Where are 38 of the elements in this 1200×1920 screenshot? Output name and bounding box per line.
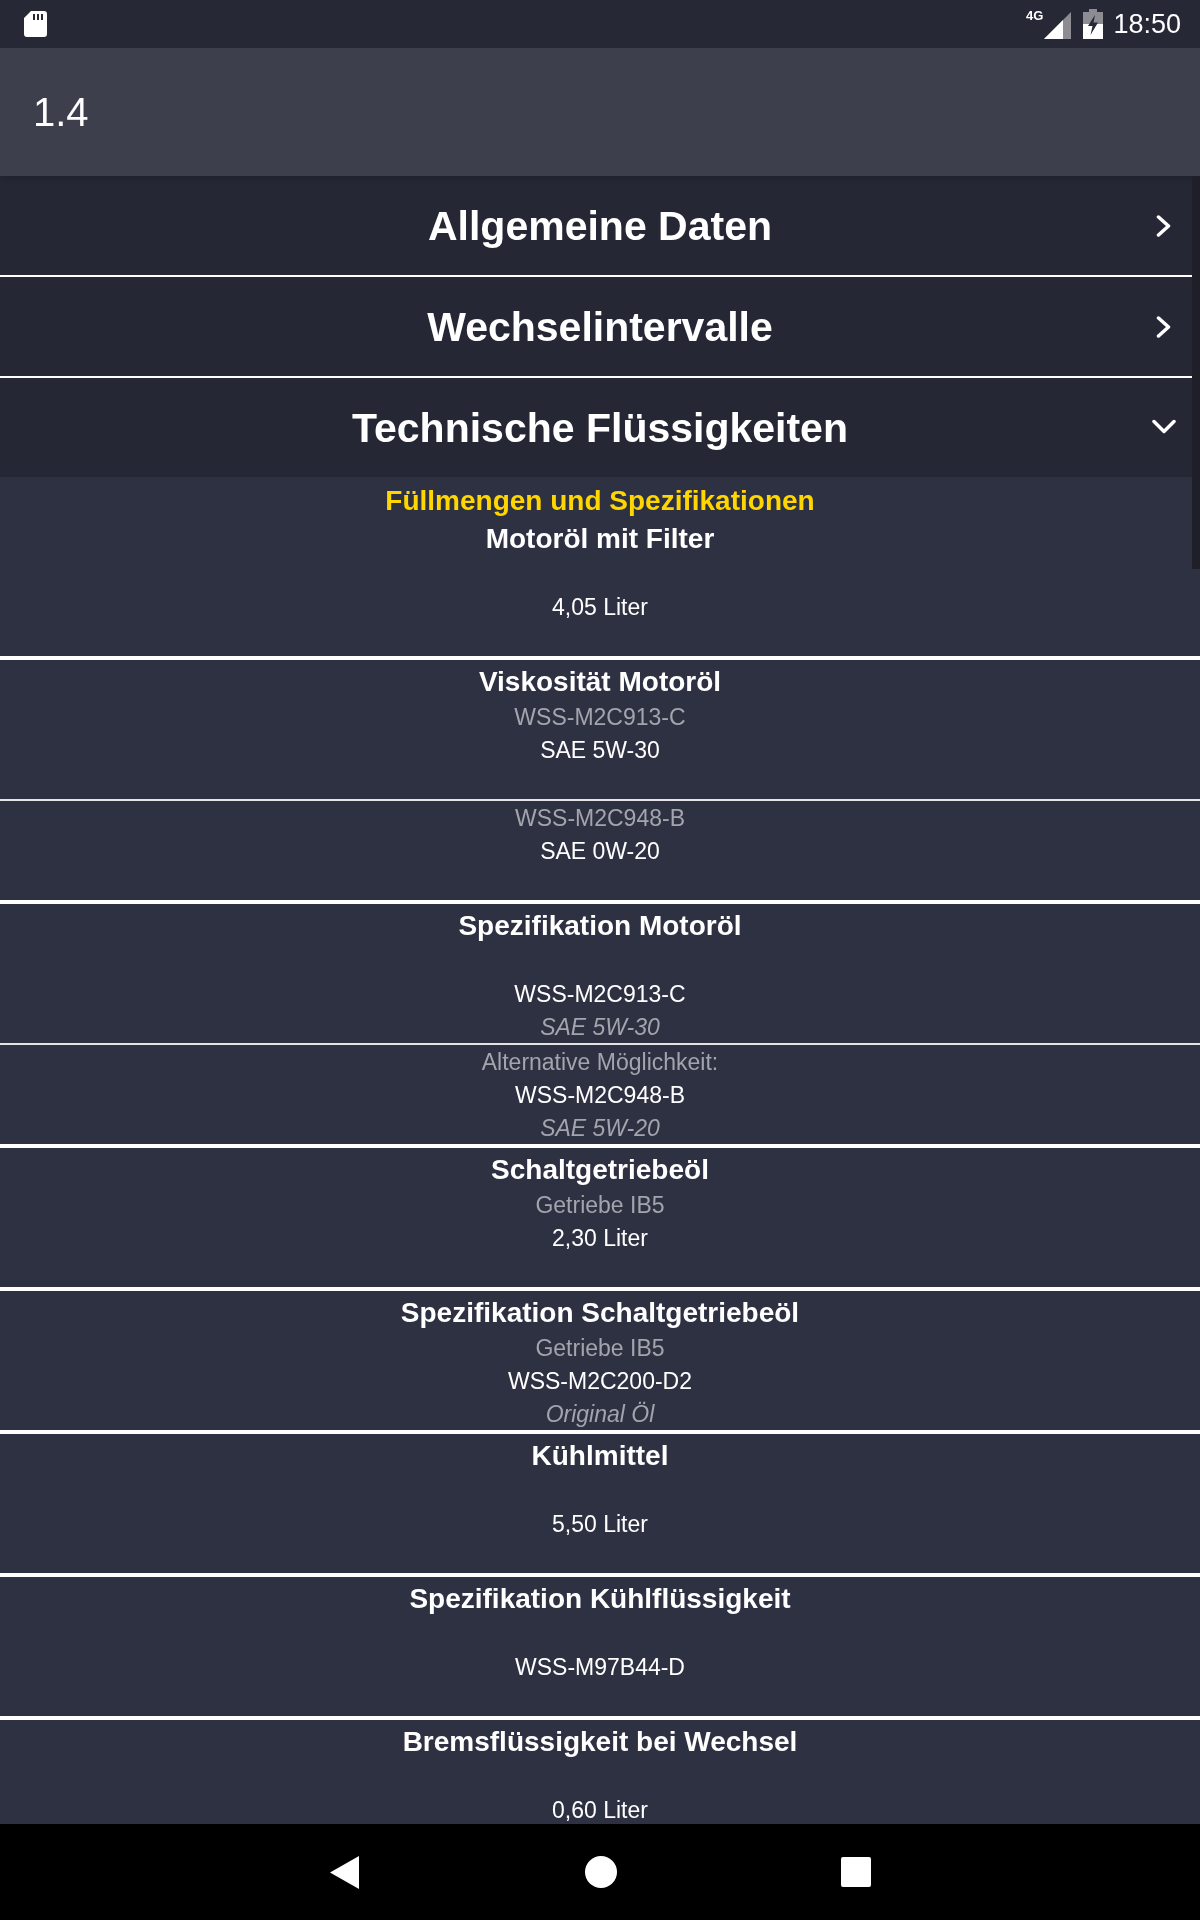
subtitle-text: Alternative Möglichkeit: <box>481 1048 719 1075</box>
back-icon[interactable] <box>329 1855 361 1889</box>
value-text: WSS-M2C200-D2 <box>507 1367 692 1394</box>
subtitle-text: Getriebe IB5 <box>535 1334 665 1361</box>
app-bar-title: 1.4 <box>33 89 89 135</box>
value-text: 0,60 Liter <box>552 1796 648 1823</box>
group-title: Schaltgetriebeöl <box>491 1153 709 1187</box>
section-header[interactable]: Allgemeine Daten <box>0 176 1192 275</box>
note-text: Original Öl <box>545 1400 655 1427</box>
subtitle-text: Getriebe IB5 <box>535 1191 665 1218</box>
group-title: Spezifikation Motoröl <box>458 909 742 943</box>
note-text: SAE 5W-30 <box>540 1013 660 1040</box>
value-text: WSS-M2C913-C <box>514 980 686 1007</box>
network-type-label: 4G <box>1026 9 1044 23</box>
value-text: SAE 0W-20 <box>540 837 660 864</box>
subtitle-text: WSS-M2C913-C <box>514 703 686 730</box>
sd-card-icon <box>24 11 47 37</box>
subtitle-text: WSS-M2C948-B <box>515 804 685 831</box>
signal-strength-icon <box>1044 12 1072 39</box>
battery-charging-icon <box>1083 9 1104 39</box>
group-title: Spezifikation Kühlflüssigkeit <box>409 1582 791 1616</box>
group-title: Motoröl mit Filter <box>485 522 715 556</box>
group-title: Bremsflüssigkeit bei Wechsel <box>402 1725 798 1759</box>
value-text: 2,30 Liter <box>552 1224 648 1251</box>
section-header[interactable]: Wechselintervalle <box>0 277 1192 376</box>
clock-time: 18:50 <box>1113 9 1181 39</box>
group-title: Kühlmittel <box>531 1439 669 1473</box>
section-heading: Füllmengen und Spezifikationen <box>385 484 815 518</box>
value-text: 4,05 Liter <box>552 593 648 620</box>
value-text: 5,50 Liter <box>552 1510 648 1537</box>
note-text: SAE 5W-20 <box>540 1114 660 1141</box>
section-header[interactable]: Technische Flüssigkeiten <box>0 378 1192 477</box>
value-text: WSS-M97B44-D <box>515 1653 685 1680</box>
home-icon[interactable] <box>585 1856 617 1888</box>
value-text: SAE 5W-30 <box>540 736 660 763</box>
group-title: Viskosität Motoröl <box>478 665 722 699</box>
group-title: Spezifikation Schaltgetriebeöl <box>400 1296 800 1330</box>
value-text: WSS-M2C948-B <box>515 1081 685 1108</box>
